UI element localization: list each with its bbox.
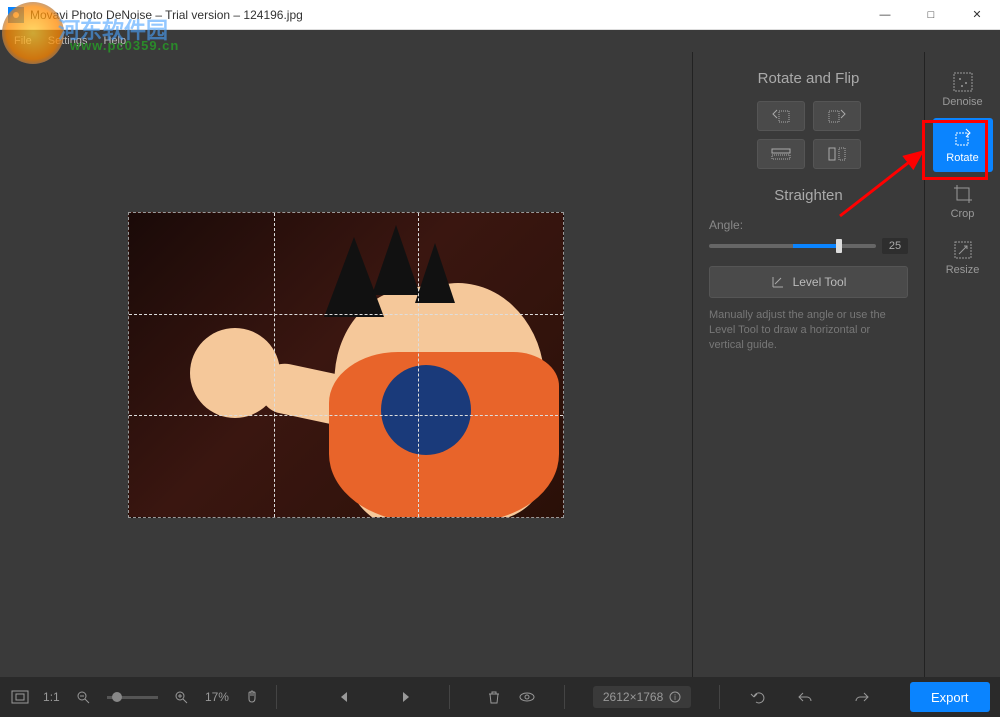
angle-slider-thumb[interactable] <box>836 239 842 253</box>
annotation-highlight <box>922 120 988 180</box>
trash-icon <box>487 690 501 704</box>
dimensions-text: 2612×1768 <box>603 690 663 704</box>
tab-resize[interactable]: Resize <box>933 230 993 284</box>
zoom-out-icon <box>76 690 90 704</box>
crop-icon <box>952 183 974 205</box>
tab-crop[interactable]: Crop <box>933 174 993 228</box>
tab-denoise[interactable]: Denoise <box>933 62 993 116</box>
flip-horizontal-icon <box>771 147 791 161</box>
rotate-left-icon <box>771 108 791 124</box>
angle-label: Angle: <box>709 218 908 232</box>
rotate-right-icon <box>827 108 847 124</box>
svg-text:i: i <box>674 693 676 702</box>
rotate-right-button[interactable] <box>813 101 861 131</box>
prev-icon <box>338 691 350 703</box>
level-tool-icon <box>771 275 785 289</box>
prev-image-button[interactable] <box>335 684 354 710</box>
side-panel: Rotate and Flip Straighten Angle: 25 <box>692 52 924 677</box>
hint-text: Manually adjust the angle or use the Lev… <box>709 308 908 353</box>
revert-icon <box>750 690 766 704</box>
zoom-in-button[interactable] <box>172 684 191 710</box>
zoom-actual-button[interactable]: 1:1 <box>43 690 60 704</box>
delete-button[interactable] <box>484 684 503 710</box>
rotate-left-button[interactable] <box>757 101 805 131</box>
eye-icon <box>519 691 535 703</box>
level-tool-label: Level Tool <box>793 275 847 289</box>
dimensions-display: 2612×1768 i <box>593 686 691 708</box>
panel-title-straighten: Straighten <box>709 187 908 204</box>
close-button[interactable]: ✕ <box>954 0 1000 30</box>
undo-icon <box>797 691 813 703</box>
redo-icon <box>854 691 870 703</box>
bottom-bar: 1:1 17% 2612×1768 i Export <box>0 677 1000 717</box>
flip-horizontal-button[interactable] <box>757 139 805 169</box>
fit-screen-button[interactable] <box>10 684 29 710</box>
zoom-in-icon <box>174 690 188 704</box>
fit-screen-icon <box>11 690 29 704</box>
image-preview[interactable] <box>128 212 564 518</box>
canvas-area[interactable] <box>0 52 692 677</box>
compare-button[interactable] <box>517 684 536 710</box>
revert-button[interactable] <box>748 684 767 710</box>
info-icon[interactable]: i <box>669 691 681 703</box>
watermark-url: www.pc0359.cn <box>70 38 179 53</box>
export-button[interactable]: Export <box>910 682 990 712</box>
undo-button[interactable] <box>795 684 814 710</box>
zoom-out-button[interactable] <box>74 684 93 710</box>
zoom-slider[interactable] <box>107 696 158 699</box>
flip-vertical-icon <box>827 147 847 161</box>
hand-icon <box>245 690 259 704</box>
tab-resize-label: Resize <box>946 264 980 276</box>
zoom-percent: 17% <box>205 690 229 704</box>
maximize-button[interactable]: □ <box>908 0 954 30</box>
tab-crop-label: Crop <box>951 208 975 220</box>
next-icon <box>400 691 412 703</box>
flip-vertical-button[interactable] <box>813 139 861 169</box>
watermark-logo <box>2 2 64 64</box>
panel-title-rotate: Rotate and Flip <box>709 70 908 87</box>
denoise-icon <box>952 71 974 93</box>
pan-button[interactable] <box>243 684 262 710</box>
resize-icon <box>952 239 974 261</box>
redo-button[interactable] <box>852 684 871 710</box>
level-tool-button[interactable]: Level Tool <box>709 266 908 298</box>
minimize-button[interactable]: — <box>862 0 908 30</box>
angle-slider[interactable] <box>709 244 876 248</box>
next-image-button[interactable] <box>396 684 415 710</box>
tab-denoise-label: Denoise <box>942 96 982 108</box>
angle-value[interactable]: 25 <box>882 238 908 254</box>
